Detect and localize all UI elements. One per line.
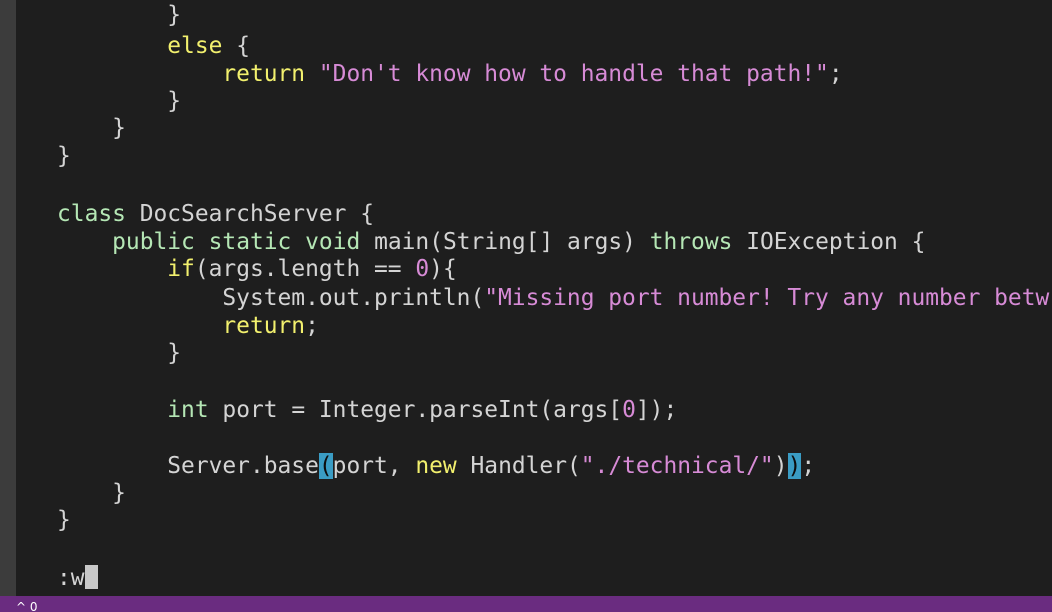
code-token: (args.length ==	[194, 256, 416, 282]
code-token: throws	[649, 229, 733, 255]
status-bar: ^ 0	[0, 596, 1052, 612]
code-token: "Missing port number! Try any number bet…	[484, 285, 1050, 311]
code-token: 0	[415, 256, 430, 282]
matched-paren: (	[318, 453, 333, 479]
code-token: int	[167, 397, 209, 423]
code-token: return	[222, 313, 306, 339]
code-token: )	[773, 453, 788, 479]
code-token: System.out.println(	[57, 285, 485, 311]
code-token: return	[222, 61, 306, 87]
code-token: }	[57, 340, 182, 366]
code-token: IOException {	[732, 229, 926, 255]
code-token: port,	[332, 453, 416, 479]
code-token: "Don't know how to handle that path!"	[318, 61, 829, 87]
code-token: {	[222, 33, 250, 59]
code-line: }	[57, 339, 181, 367]
code-token: }	[57, 88, 182, 114]
code-line: }	[57, 87, 181, 115]
code-token: Server.base	[57, 453, 319, 479]
code-line: }	[57, 114, 126, 142]
code-token: ;	[305, 313, 319, 339]
code-token: }	[57, 480, 126, 506]
code-line: }	[57, 142, 71, 170]
code-token: else	[167, 33, 223, 59]
code-line: }	[57, 506, 71, 534]
matched-paren: )	[787, 453, 802, 479]
code-token: class	[57, 201, 126, 227]
code-line: return "Don't know how to handle that pa…	[57, 60, 843, 88]
code-token: }	[57, 143, 71, 169]
code-token: ]);	[635, 397, 678, 423]
code-line: else {	[57, 32, 250, 60]
status-bar-glyph: ^ 0	[16, 600, 38, 612]
code-token: }	[57, 507, 71, 533]
code-line: }	[57, 479, 126, 507]
code-token: }	[57, 115, 126, 141]
code-line: int port = Integer.parseInt(args[0]);	[57, 396, 677, 424]
code-token: "./technical/"	[580, 453, 774, 479]
code-line: if(args.length == 0){	[57, 255, 457, 283]
code-line: }	[57, 1, 181, 29]
code-token: ;	[828, 61, 843, 87]
code-token: void	[305, 229, 361, 255]
code-line: return;	[57, 312, 319, 340]
code-line: System.out.println("Missing port number!…	[57, 284, 1049, 312]
code-line: Server.base(port, new Handler("./technic…	[57, 452, 815, 480]
code-token: public	[112, 229, 195, 255]
code-token: new	[415, 453, 457, 479]
code-token: if	[167, 256, 195, 282]
code-token: ;	[801, 453, 816, 479]
code-token: static	[208, 229, 292, 255]
code-token: port = Integer.parseInt(args[	[208, 397, 623, 423]
code-line: class DocSearchServer {	[57, 200, 374, 228]
code-token: }	[57, 2, 182, 28]
code-token: 0	[622, 397, 636, 423]
left-gutter	[0, 0, 16, 596]
code-token: DocSearchServer {	[125, 201, 374, 227]
code-line: public static void main(String[] args) t…	[57, 228, 925, 256]
command-text: :w	[57, 565, 85, 591]
code-token: ){	[429, 256, 457, 282]
code-token: Handler(	[456, 453, 581, 479]
code-token: main(String[] args)	[360, 229, 650, 255]
code-editor[interactable]: } else { return "Don't know how to handl…	[16, 0, 1052, 596]
command-line[interactable]: :w	[57, 564, 98, 592]
text-cursor	[84, 565, 98, 589]
